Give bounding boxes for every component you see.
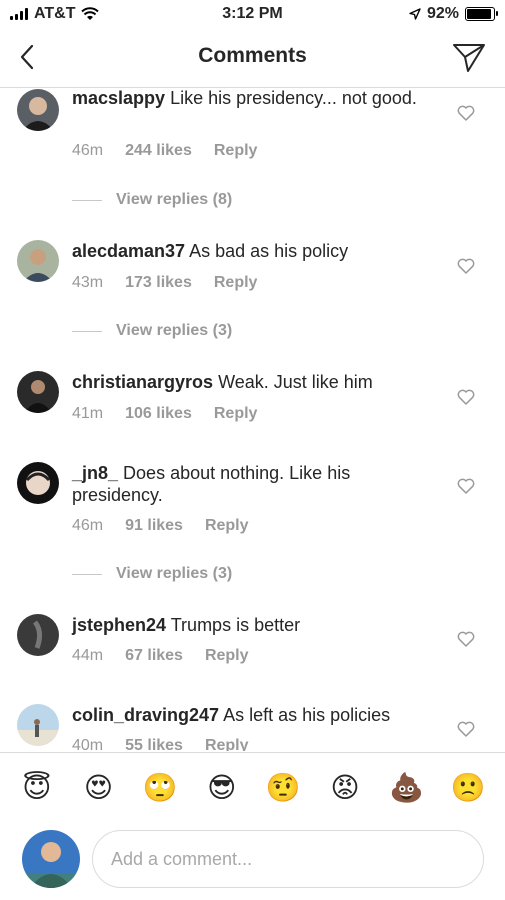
comment-meta: 46m 244 likes Reply [72,142,257,160]
heart-icon[interactable] [457,105,475,121]
heart-icon[interactable] [457,478,475,494]
comment-list[interactable]: macslappy Like his presidency... not goo… [0,89,505,751]
comment-body: As left as his policies [223,705,391,725]
comment-time: 41m [72,405,104,422]
reply-button[interactable]: Reply [205,517,249,535]
comment-text: macslappy Like his presidency... not goo… [72,89,432,109]
avatar[interactable] [17,614,59,656]
comment-body: Trumps is better [170,615,301,635]
comment-meta: 40m 55 likes Reply [72,737,249,751]
page-title: Comments [198,44,307,67]
divider [72,330,102,332]
comment-likes[interactable]: 91 likes [125,517,183,535]
view-replies-label: View replies (3) [116,565,233,582]
comment-time: 46m [72,517,104,534]
comment-time: 43m [72,274,104,291]
reply-button[interactable]: Reply [205,647,249,665]
comment-likes[interactable]: 173 likes [125,274,192,292]
comment-username[interactable]: christianargyros [72,372,213,392]
battery-group: 92% [409,5,498,23]
battery-icon [465,7,498,21]
emoji-quick-bar: 😇 😍 🙄 😎 🤨 😡 💩 🙁 [0,752,505,822]
comment-likes[interactable]: 55 likes [125,737,183,751]
comment-text: _jn8_ Does about nothing. Like his presi… [72,462,432,506]
heart-icon[interactable] [457,631,475,647]
comment-username[interactable]: jstephen24 [72,615,166,635]
comment-meta: 41m 106 likes Reply [72,405,257,423]
reply-button[interactable]: Reply [214,405,258,423]
location-arrow-icon [409,8,421,20]
comment-time: 44m [72,647,104,664]
comment-text: christianargyros Weak. Just like him [72,371,432,393]
heart-icon[interactable] [457,721,475,737]
comment-meta: 44m 67 likes Reply [72,647,249,665]
comment-body: Like his presidency... not good. [170,89,417,108]
view-replies-label: View replies (3) [116,322,233,339]
comment-likes[interactable]: 244 likes [125,142,192,160]
comment-text: colin_draving247 As left as his policies [72,704,432,726]
halo-emoji-button[interactable]: 😇 [20,771,54,805]
comment-username[interactable]: _jn8_ [72,463,118,483]
battery-fill [467,9,491,19]
comment-likes[interactable]: 106 likes [125,405,192,423]
view-replies-label: View replies (8) [116,191,233,208]
avatar[interactable] [17,704,59,746]
comment-username[interactable]: alecdaman37 [72,241,185,261]
reply-button[interactable]: Reply [214,274,258,292]
battery-percent: 92% [426,5,459,22]
comment-text: alecdaman37 As bad as his policy [72,240,432,262]
comment-body: Weak. Just like him [218,372,373,392]
comment-meta: 46m 91 likes Reply [72,517,249,535]
comments-header: Comments [0,30,505,88]
raised-eyebrow-emoji-button[interactable]: 🤨 [266,771,301,805]
comment-time: 46m [72,142,104,159]
avatar[interactable] [17,371,59,413]
poop-emoji-button[interactable]: 💩 [389,771,424,805]
avatar[interactable] [17,240,59,282]
heart-eyes-emoji-button[interactable]: 😍 [81,771,115,805]
add-comment-input[interactable] [92,830,484,888]
angry-emoji-button[interactable]: 😡 [328,771,362,805]
comment-body: As bad as his policy [189,241,349,261]
divider [72,573,102,575]
view-replies-button[interactable]: View replies (8) [72,191,232,209]
comment-text: jstephen24 Trumps is better [72,614,432,636]
frown-emoji-button[interactable]: 🙁 [451,771,486,805]
avatar[interactable] [17,462,59,504]
eye-roll-emoji-button[interactable]: 🙄 [143,771,178,805]
comment-likes[interactable]: 67 likes [125,647,183,665]
reply-button[interactable]: Reply [214,142,258,160]
status-bar: AT&T 3:12 PM 92% [0,0,505,30]
direct-send-icon[interactable] [451,40,487,74]
comment-username[interactable]: colin_draving247 [72,705,219,725]
divider [72,199,102,201]
comment-username[interactable]: macslappy [72,89,165,108]
avatar[interactable] [17,89,59,131]
heart-icon[interactable] [457,258,475,274]
sunglasses-emoji-button[interactable]: 😎 [205,771,239,805]
view-replies-button[interactable]: View replies (3) [72,565,232,583]
view-replies-button[interactable]: View replies (3) [72,322,232,340]
comment-meta: 43m 173 likes Reply [72,274,257,292]
comment-composer [0,822,505,900]
comment-time: 40m [72,737,104,751]
user-avatar [22,830,80,888]
heart-icon[interactable] [457,389,475,405]
reply-button[interactable]: Reply [205,737,249,751]
